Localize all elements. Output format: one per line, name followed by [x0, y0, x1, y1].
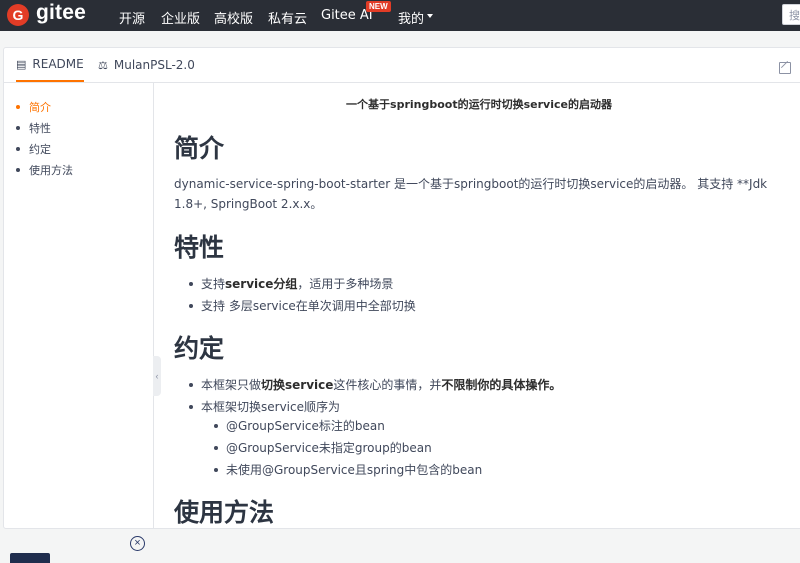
logo-letter: G: [12, 7, 24, 23]
toc-item-intro[interactable]: 简介: [16, 99, 51, 115]
toc-item-label: 特性: [29, 122, 51, 135]
list-item-bold: service分组: [225, 277, 298, 291]
list-item-text: 支持: [201, 277, 226, 291]
list-item: 本框架切换service顺序为: [189, 398, 340, 415]
bullet-icon: [16, 126, 20, 130]
list-item: 本框架只做 切换service 这件核心的事情，并 不限制你的具体操作。: [189, 376, 561, 393]
collapse-sidebar-handle[interactable]: ‹: [153, 356, 161, 396]
list-item-text: 这件核心的事情，并: [333, 378, 442, 392]
bullet-icon: [214, 423, 218, 428]
toc-item-conventions[interactable]: 约定: [16, 141, 51, 157]
toc-item-label: 使用方法: [29, 164, 73, 177]
project-title: 一个基于springboot的运行时切换service的启动器: [346, 98, 612, 111]
readme-tabs: ▤ README ⚖ MulanPSL-2.0: [4, 48, 800, 83]
nav-education[interactable]: 高校版: [214, 8, 253, 27]
brand-name[interactable]: gitee: [36, 1, 86, 25]
list-item: 支持 service分组 ，适用于多种场景: [189, 275, 393, 292]
sub-list-item: @GroupService标注的bean: [214, 417, 385, 434]
heading-intro: 简介: [174, 134, 225, 163]
list-item-text: 本框架切换service顺序为: [201, 400, 340, 414]
tab-readme[interactable]: ▤ README: [16, 48, 84, 82]
bullet-icon: [16, 168, 20, 172]
close-icon[interactable]: ×: [130, 536, 145, 551]
tab-readme-label: README: [32, 57, 84, 71]
table-of-contents: 简介 特性 约定 使用方法 ×: [4, 83, 154, 563]
nav-gitee-ai[interactable]: Gitee AI: [321, 8, 373, 23]
floating-logo[interactable]: [10, 553, 50, 563]
chevron-left-icon: ‹: [155, 371, 159, 381]
nav-enterprise[interactable]: 企业版: [161, 8, 200, 27]
bullet-icon: [189, 281, 193, 286]
sub-list-item: @GroupService未指定group的bean: [214, 439, 432, 456]
search-input[interactable]: 搜: [782, 4, 800, 25]
new-badge: NEW: [366, 1, 391, 12]
list-item-text: 本框架只做: [201, 378, 262, 392]
readme-panel: ▤ README ⚖ MulanPSL-2.0 简介 特性 约定 使用方法 × …: [3, 47, 800, 563]
sub-list-item: 未使用@GroupService且spring中包含的bean: [214, 461, 482, 478]
toc-item-label: 简介: [29, 101, 51, 114]
bullet-icon: [189, 382, 193, 387]
bullet-icon: [16, 105, 20, 109]
top-navigation-bar: G gitee 开源 企业版 高校版 私有云 Gitee AI NEW 我的 搜: [0, 0, 800, 31]
list-item: 支持 多层service在单次调用中全部切换: [189, 297, 416, 314]
sub-list-item-text: @GroupService标注的bean: [226, 419, 385, 433]
tab-license-label: MulanPSL-2.0: [113, 58, 195, 72]
nav-open-source[interactable]: 开源: [119, 8, 145, 27]
list-item-text: 支持 多层service在单次调用中全部切换: [201, 299, 416, 313]
sub-list-item-text: 未使用@GroupService且spring中包含的bean: [226, 463, 483, 477]
list-item-bold: 切换service: [261, 378, 334, 392]
intro-paragraph: dynamic-service-spring-boot-starter 是一个基…: [174, 177, 768, 211]
edit-icon[interactable]: [779, 62, 791, 74]
list-item-text: ，适用于多种场景: [297, 277, 394, 291]
sub-list-item-text: @GroupService未指定group的bean: [226, 441, 432, 455]
heading-usage: 使用方法: [174, 498, 275, 527]
bullet-icon: [214, 445, 218, 450]
bullet-icon: [214, 467, 218, 472]
heading-conventions: 约定: [174, 334, 225, 363]
chevron-down-icon[interactable]: [427, 14, 433, 18]
toc-item-usage[interactable]: 使用方法: [16, 162, 73, 178]
document-icon: ▤: [16, 57, 27, 71]
gitee-logo-icon[interactable]: G: [7, 4, 29, 26]
bullet-icon: [189, 303, 193, 308]
list-item-bold: 不限制你的具体操作。: [441, 378, 562, 392]
heading-features: 特性: [174, 233, 225, 262]
bullet-icon: [189, 404, 193, 409]
scale-icon: ⚖: [98, 58, 108, 72]
nav-mine[interactable]: 我的: [398, 8, 424, 27]
bullet-icon: [16, 147, 20, 151]
toc-item-features[interactable]: 特性: [16, 120, 51, 136]
nav-private-cloud[interactable]: 私有云: [268, 8, 307, 27]
tab-license[interactable]: ⚖ MulanPSL-2.0: [98, 48, 195, 82]
toc-item-label: 约定: [29, 143, 51, 156]
